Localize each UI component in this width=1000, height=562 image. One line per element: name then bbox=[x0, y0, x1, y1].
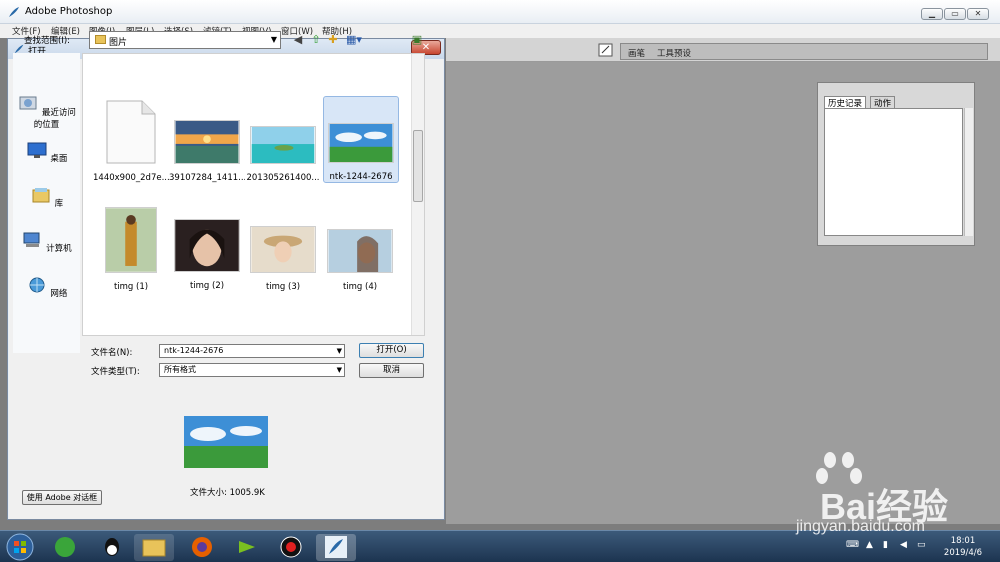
network-icon bbox=[29, 277, 45, 293]
network-tray-icon[interactable]: ▭ bbox=[917, 540, 927, 550]
image-thumbnail bbox=[105, 207, 157, 273]
file-item[interactable]: timg (2) bbox=[169, 219, 245, 291]
file-name: 201305261400... bbox=[246, 173, 320, 183]
file-name: 39107284_1411... bbox=[169, 173, 245, 183]
image-thumbnail bbox=[174, 120, 240, 164]
chevron-down-icon: ▼ bbox=[336, 347, 342, 355]
places-bar: 最近访问的位置 桌面 库 计算机 网络 bbox=[13, 53, 80, 353]
file-item-selected[interactable]: ntk-1244-2676 bbox=[323, 96, 399, 183]
blank-file-icon bbox=[106, 100, 156, 164]
history-panel: 历史记录 动作 bbox=[817, 82, 975, 246]
view-menu-icon[interactable]: ▦▾ bbox=[344, 33, 364, 47]
recent-places-icon bbox=[19, 96, 37, 110]
restore-button[interactable]: ▭ bbox=[944, 8, 966, 20]
new-folder-icon[interactable]: ✚ bbox=[326, 33, 340, 47]
file-name: timg (4) bbox=[342, 282, 378, 292]
place-libraries[interactable]: 库 bbox=[13, 186, 80, 209]
place-label: 最近访问的位置 bbox=[33, 108, 76, 130]
file-item[interactable]: 201305261400... bbox=[245, 126, 321, 183]
clock-date: 2019/4/6 bbox=[943, 548, 983, 558]
open-button[interactable]: 打开(O) bbox=[359, 343, 424, 358]
lookin-value: 图片 bbox=[109, 38, 128, 48]
cancel-button[interactable]: 取消 bbox=[359, 363, 424, 378]
taskbar-media-icon[interactable] bbox=[227, 534, 267, 561]
history-scrollbar[interactable] bbox=[964, 108, 973, 236]
up-folder-icon[interactable]: ⇧ bbox=[309, 33, 323, 47]
preview-image bbox=[184, 416, 268, 468]
libraries-icon bbox=[32, 188, 50, 203]
tab-tool-presets[interactable]: 工具预设 bbox=[657, 47, 691, 59]
palette-well-icon[interactable] bbox=[598, 42, 614, 58]
computer-icon bbox=[23, 232, 40, 247]
filetype-label: 文件类型(T): bbox=[91, 367, 140, 377]
file-item[interactable]: timg (1) bbox=[93, 207, 169, 292]
file-name: timg (1) bbox=[113, 282, 149, 292]
desktop-icon bbox=[27, 142, 47, 158]
lookin-label: 查找范围(I): bbox=[24, 36, 71, 46]
file-name: timg (3) bbox=[265, 282, 301, 292]
file-item[interactable]: 1440x900_2d7e... bbox=[93, 100, 169, 183]
place-label: 网络 bbox=[50, 289, 68, 299]
photoshop-feather-icon bbox=[9, 7, 19, 17]
place-network[interactable]: 网络 bbox=[13, 276, 80, 299]
keyboard-icon[interactable]: ⌨ bbox=[846, 540, 859, 550]
taskbar-360-icon[interactable] bbox=[45, 534, 85, 561]
folder-icon bbox=[95, 35, 106, 44]
taskbar-photoshop-icon[interactable] bbox=[316, 534, 356, 561]
history-list bbox=[824, 108, 963, 236]
speaker-icon[interactable]: ◀ bbox=[900, 540, 910, 550]
place-recent[interactable]: 最近访问的位置 bbox=[13, 95, 80, 130]
scrollbar-thumb[interactable] bbox=[413, 130, 423, 202]
system-clock[interactable]: 18:01 2019/4/6 bbox=[938, 535, 988, 559]
file-size-info: 文件大小: 1005.9K bbox=[190, 488, 265, 498]
file-list-scrollbar[interactable] bbox=[411, 54, 424, 335]
filename-label: 文件名(N): bbox=[91, 348, 133, 358]
filetype-select[interactable]: 所有格式 ▼ bbox=[159, 363, 345, 377]
tray-expand-icon[interactable]: ▲ bbox=[866, 540, 876, 550]
taskbar-firefox-icon[interactable] bbox=[182, 534, 222, 561]
image-thumbnail bbox=[250, 126, 316, 164]
file-item[interactable]: timg (3) bbox=[245, 226, 321, 292]
minimize-button[interactable]: ▁ bbox=[921, 8, 943, 20]
image-thumbnail bbox=[327, 229, 393, 273]
file-name: timg (2) bbox=[189, 281, 225, 291]
start-button-icon[interactable] bbox=[5, 533, 35, 561]
clock-time: 18:01 bbox=[950, 536, 976, 546]
add-folder-icon[interactable]: ▣ bbox=[410, 33, 424, 47]
place-computer[interactable]: 计算机 bbox=[13, 231, 80, 254]
app-close-button[interactable]: ✕ bbox=[967, 8, 989, 20]
place-desktop[interactable]: 桌面 bbox=[13, 141, 80, 164]
chevron-down-icon: ▼ bbox=[336, 366, 342, 374]
watermark-url: jingyan.baidu.com bbox=[796, 518, 925, 535]
place-label: 计算机 bbox=[46, 244, 72, 254]
filename-value: ntk-1244-2676 bbox=[164, 346, 224, 355]
taskbar-qq-icon[interactable] bbox=[92, 534, 132, 561]
app-titlebar: Adobe Photoshop ▁ ▭ ✕ bbox=[0, 0, 1000, 24]
image-thumbnail bbox=[174, 219, 240, 272]
file-name: ntk-1244-2676 bbox=[329, 172, 393, 182]
file-item[interactable]: timg (4) bbox=[322, 229, 398, 292]
taskbar-explorer-icon[interactable] bbox=[134, 534, 174, 561]
usb-icon[interactable]: ▮ bbox=[883, 540, 893, 550]
app-title: Adobe Photoshop bbox=[25, 6, 113, 17]
file-name: 1440x900_2d7e... bbox=[93, 173, 169, 183]
file-item[interactable]: 39107284_1411... bbox=[169, 120, 245, 183]
chevron-down-icon: ▼ bbox=[270, 35, 277, 44]
taskbar-record-icon[interactable] bbox=[271, 534, 311, 561]
place-label: 库 bbox=[54, 199, 64, 209]
image-thumbnail bbox=[250, 226, 316, 273]
tab-brushes[interactable]: 画笔 bbox=[628, 47, 645, 59]
filename-input[interactable]: ntk-1244-2676 ▼ bbox=[159, 344, 345, 358]
use-adobe-dialog-button[interactable]: 使用 Adobe 对话框 bbox=[22, 490, 102, 505]
filetype-value: 所有格式 bbox=[164, 365, 196, 374]
back-icon[interactable]: ◀ bbox=[291, 33, 305, 47]
place-label: 桌面 bbox=[50, 154, 68, 164]
image-thumbnail bbox=[328, 123, 394, 163]
lookin-combo[interactable]: 图片 ▼ bbox=[89, 31, 281, 49]
